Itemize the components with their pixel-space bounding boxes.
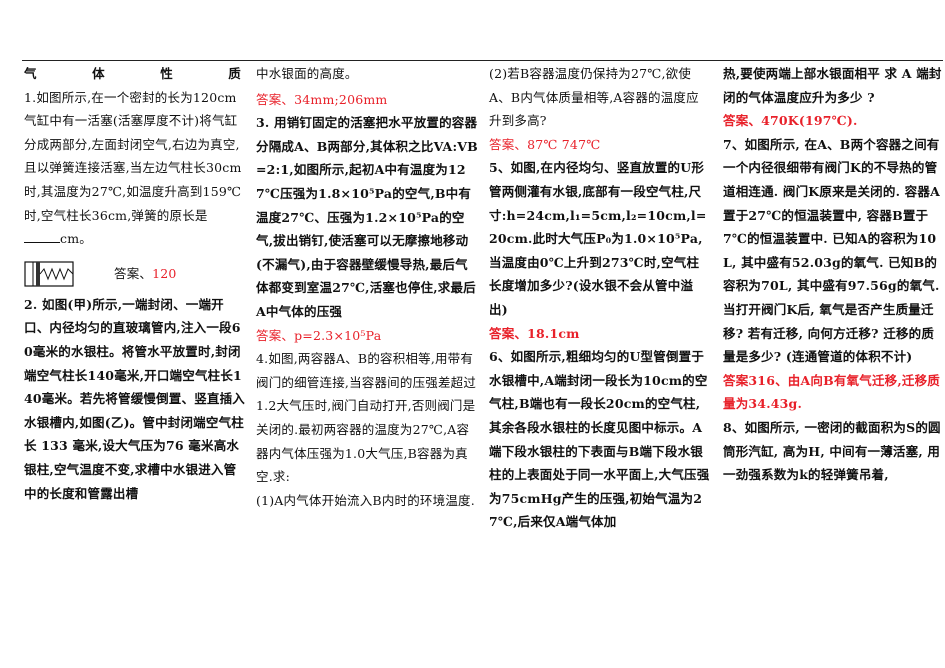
header-rule [22,60,943,61]
question-2-answer: 答案、34mm;206mm [256,91,388,107]
question-1-unit: cm。 [60,231,92,247]
title-char: 体 [92,66,105,81]
title-char: 气 [24,66,37,81]
question-3-text: 3. 用销钉固定的活塞把水平放置的容器分隔成A、B两部分,其体积之比VA:VB=… [256,115,478,319]
question-2-continuation: 中水银面的高度。 [256,66,358,81]
question-4-answer: 答案、87℃ 747℃ [489,136,601,152]
question-6-text: 6、如图所示,粗细均匀的U型管倒置于水银槽中,A端封闭一段长为10cm的空气柱,… [489,349,710,530]
column-4: 热,要使两端上部水银面相平 求 A 端封闭的气体温度应升为多少 ? 答案、470… [723,62,945,487]
question-1-answer: 120 [152,265,177,281]
question-4-text: 4.如图,两容器A、B的容积相等,用带有阀门的细管连接,当容器间的压强差超过1.… [256,351,477,485]
section-title: 气 体 性 质 [24,62,245,86]
column-3: (2)若B容器温度仍保持为27℃,欲使A、B内气体质量相等,A容器的温度应升到多… [489,62,711,534]
title-char: 性 [160,66,173,81]
question-7-text: 7、如图所示, 在A、B两个容器之间有一个内径很细带有阀门K的不导热的管道相连通… [723,136,940,365]
question-7-answer: 答案316、由A向B有氧气迁移,迁移质量为34.43g. [723,372,941,412]
answer-blank [24,228,60,244]
question-5-text: 5、如图,在内径均匀、竖直放置的U形管两侧灌有水银,底部有一段空气柱,尺寸:h=… [489,160,707,317]
title-char: 质 [228,66,241,81]
question-1-blank-line: cm。 [24,227,245,251]
question-4-part-1: (1)A内气体开始流入B内时的环境温度. [256,492,475,508]
question-1-text: 1.如图所示,在一个密封的长为120cm气缸中有一活塞(活塞厚度不计)将气缸分成… [24,89,242,223]
question-1-figure-row: 答案、 120 [24,255,245,293]
column-2: 中水银面的高度。 答案、34mm;206mm 3. 用销钉固定的活塞把水平放置的… [256,62,478,512]
question-6-answer: 答案、470K(197℃). [723,113,858,129]
question-8-text: 8、如图所示, 一密闭的截面积为S的圆筒形汽缸, 高为H, 中间有一薄活塞, 用… [723,419,941,483]
question-6-continuation: 热,要使两端上部水银面相平 求 A 端封闭的气体温度应升为多少 ? [723,66,942,105]
question-4-part-2: (2)若B容器温度仍保持为27℃,欲使A、B内气体质量相等,A容器的温度应升到多… [489,66,699,129]
question-3-answer: 答案、p=2.3×10⁵Pa [256,327,382,343]
column-1: 气 体 性 质 1.如图所示,在一个密封的长为120cm气缸中有一活塞(活塞厚度… [24,62,245,505]
cylinder-spring-figure [24,261,74,287]
question-1-answer-label: 答案、 [114,265,153,281]
question-5-answer: 答案、18.1cm [489,325,580,341]
question-2-text: 2. 如图(甲)所示,一端封闭、一端开口、内径均匀的直玻璃管内,注入一段60毫米… [24,296,245,501]
